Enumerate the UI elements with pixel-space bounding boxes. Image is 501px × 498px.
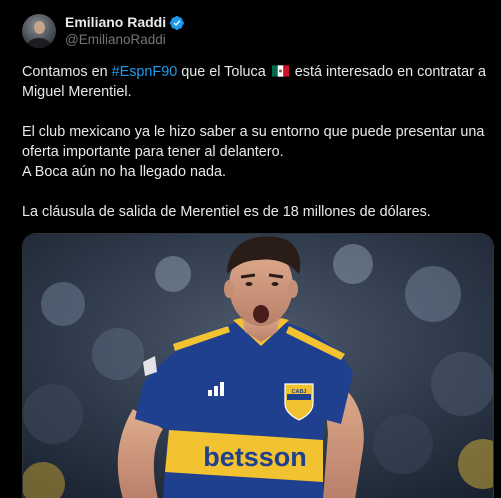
tweet-paragraph-1: Contamos en #EspnF90 que el Toluca está … <box>22 62 492 102</box>
football-player-photo-icon: CABJ betsson <box>23 234 493 498</box>
tweet-card: Emiliano Raddi @EmilianoRaddi Contamos e… <box>0 0 501 498</box>
avatar-head <box>34 21 45 34</box>
crest-text: CABJ <box>292 389 307 395</box>
display-name-row: Emiliano Raddi <box>65 14 185 31</box>
mexico-flag-icon <box>271 65 289 77</box>
avatar[interactable] <box>22 14 56 48</box>
tweet-header: Emiliano Raddi @EmilianoRaddi <box>22 14 185 48</box>
tweet-text: Contamos en #EspnF90 que el Toluca está … <box>22 62 492 222</box>
verified-badge-icon <box>169 15 184 30</box>
jersey-sponsor-text: betsson <box>203 442 307 472</box>
hashtag-link[interactable]: #EspnF90 <box>112 64 178 80</box>
text-segment: Contamos en <box>22 64 112 80</box>
tweet-paragraph-3: A Boca aún no ha llegado nada. <box>22 164 227 180</box>
tweet-media-photo[interactable]: CABJ betsson <box>22 233 494 498</box>
tweet-paragraph-2: El club mexicano ya le hizo saber a su e… <box>22 124 485 160</box>
author-names: Emiliano Raddi @EmilianoRaddi <box>65 14 185 48</box>
tweet-paragraph-4: La cláusula de salida de Merentiel es de… <box>22 204 431 220</box>
author-handle[interactable]: @EmilianoRaddi <box>65 31 185 48</box>
avatar-shoulders <box>27 38 51 48</box>
text-segment: que el Toluca <box>177 64 270 80</box>
display-name[interactable]: Emiliano Raddi <box>65 14 166 31</box>
